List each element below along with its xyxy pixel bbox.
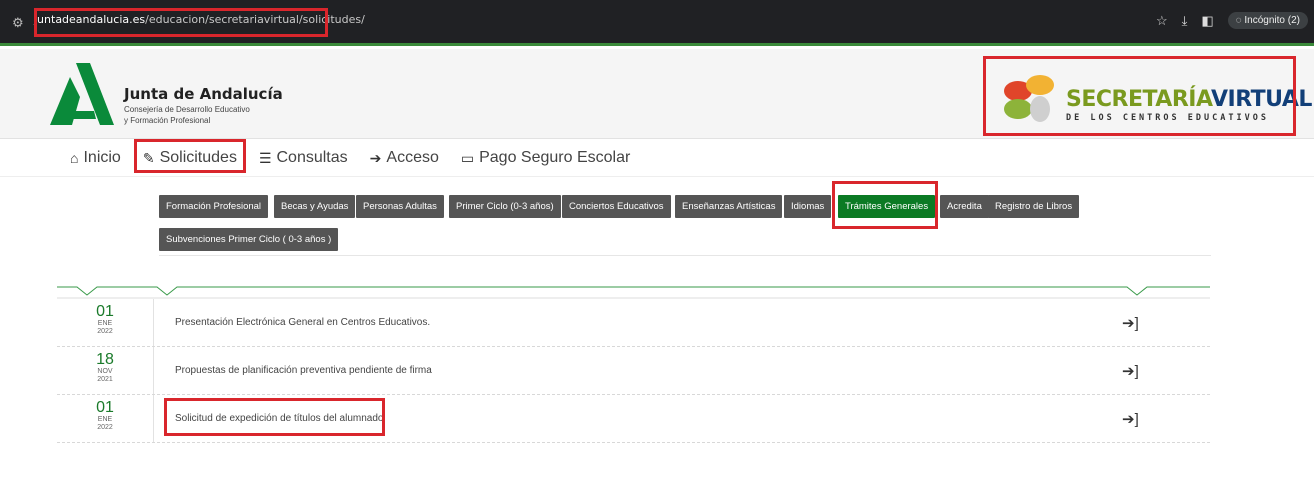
date-month: NOV [97, 368, 113, 375]
solicitud-titulos-highlight-box [164, 398, 385, 436]
sign-in-icon[interactable]: ➔] [1122, 362, 1139, 380]
category-idiomas[interactable]: Idiomas [784, 195, 832, 218]
org-subtitle-2: y Formación Profesional [124, 116, 211, 125]
nav-inicio[interactable]: ⌂ Inicio [70, 149, 121, 167]
nav-label: Pago Seguro Escolar [479, 149, 631, 166]
bookmark-star-icon[interactable]: ☆ [1156, 13, 1168, 29]
sign-in-icon[interactable]: ➔] [1122, 314, 1139, 332]
category-becas-ayudas[interactable]: Becas y Ayudas [274, 195, 356, 218]
list-icon: ☰ [258, 149, 272, 166]
row-divider [153, 347, 154, 394]
sign-in-icon[interactable]: ➔] [1122, 410, 1139, 428]
date-month: ENE [97, 416, 113, 423]
section-top-rule [57, 286, 1210, 299]
category-acredita[interactable]: Acredita [940, 195, 989, 218]
category-ensenanzas-artisticas[interactable]: Enseñanzas Artísticas [675, 195, 783, 218]
row-divider [153, 395, 154, 442]
date-day: 18 [96, 351, 114, 368]
date-day: 01 [96, 303, 114, 320]
solicitudes-highlight-box [134, 139, 246, 173]
row-title[interactable]: Presentación Electrónica General en Cent… [175, 317, 430, 328]
date-day: 01 [96, 399, 114, 416]
org-subtitle-1: Consejería de Desarrollo Educativo [124, 105, 250, 114]
incognito-badge[interactable]: ◌ Incógnito (2) [1227, 12, 1308, 29]
list-item[interactable]: 01 ENE 2022 Presentación Electrónica Gen… [57, 299, 1210, 347]
row-date: 01 ENE 2022 [87, 304, 123, 336]
logo-highlight-box [983, 56, 1296, 136]
date-year: 2022 [97, 424, 113, 431]
junta-andalucia-logo[interactable] [50, 63, 114, 125]
nav-label: Acceso [386, 149, 439, 166]
site-info-icon[interactable]: ⚙ [12, 15, 30, 33]
url-highlight-box [34, 8, 328, 37]
category-subvenciones-primer-ciclo[interactable]: Subvenciones Primer Ciclo ( 0-3 años ) [159, 228, 339, 251]
row-date: 01 ENE 2022 [87, 400, 123, 432]
nav-acceso[interactable]: ➔ Acceso [370, 149, 439, 167]
category-registro-libros[interactable]: Registro de Libros [988, 195, 1080, 218]
nav-consultas[interactable]: ☰ Consultas [259, 149, 348, 167]
sign-in-icon: ➔ [369, 149, 382, 166]
home-icon: ⌂ [70, 150, 79, 166]
credit-card-icon: ▭ [460, 149, 475, 166]
category-formacion-profesional[interactable]: Formación Profesional [159, 195, 269, 218]
org-title: Junta de Andalucía [124, 85, 283, 103]
date-year: 2022 [97, 328, 113, 335]
nav-divider [0, 176, 1314, 177]
category-conciertos-educativos[interactable]: Conciertos Educativos [562, 195, 671, 218]
row-date: 18 NOV 2021 [87, 352, 123, 384]
category-primer-ciclo[interactable]: Primer Ciclo (0-3 años) [449, 195, 561, 218]
list-item[interactable]: 18 NOV 2021 Propuestas de planificación … [57, 347, 1210, 395]
category-personas-adultas[interactable]: Personas Adultas [356, 195, 444, 218]
nav-label: Consultas [276, 149, 348, 166]
categories-divider [159, 255, 1211, 256]
side-panel-icon[interactable]: ◧ [1201, 13, 1213, 29]
date-year: 2021 [97, 376, 113, 383]
row-divider [153, 299, 154, 346]
date-month: ENE [97, 320, 113, 327]
incognito-label: Incógnito (2) [1244, 15, 1300, 26]
nav-label: Inicio [83, 149, 121, 166]
download-icon[interactable]: ⤓ [1182, 13, 1188, 29]
tramites-highlight-box [832, 181, 938, 229]
row-title[interactable]: Propuestas de planificación preventiva p… [175, 365, 432, 376]
nav-pago-seguro[interactable]: ▭ Pago Seguro Escolar [461, 149, 630, 167]
